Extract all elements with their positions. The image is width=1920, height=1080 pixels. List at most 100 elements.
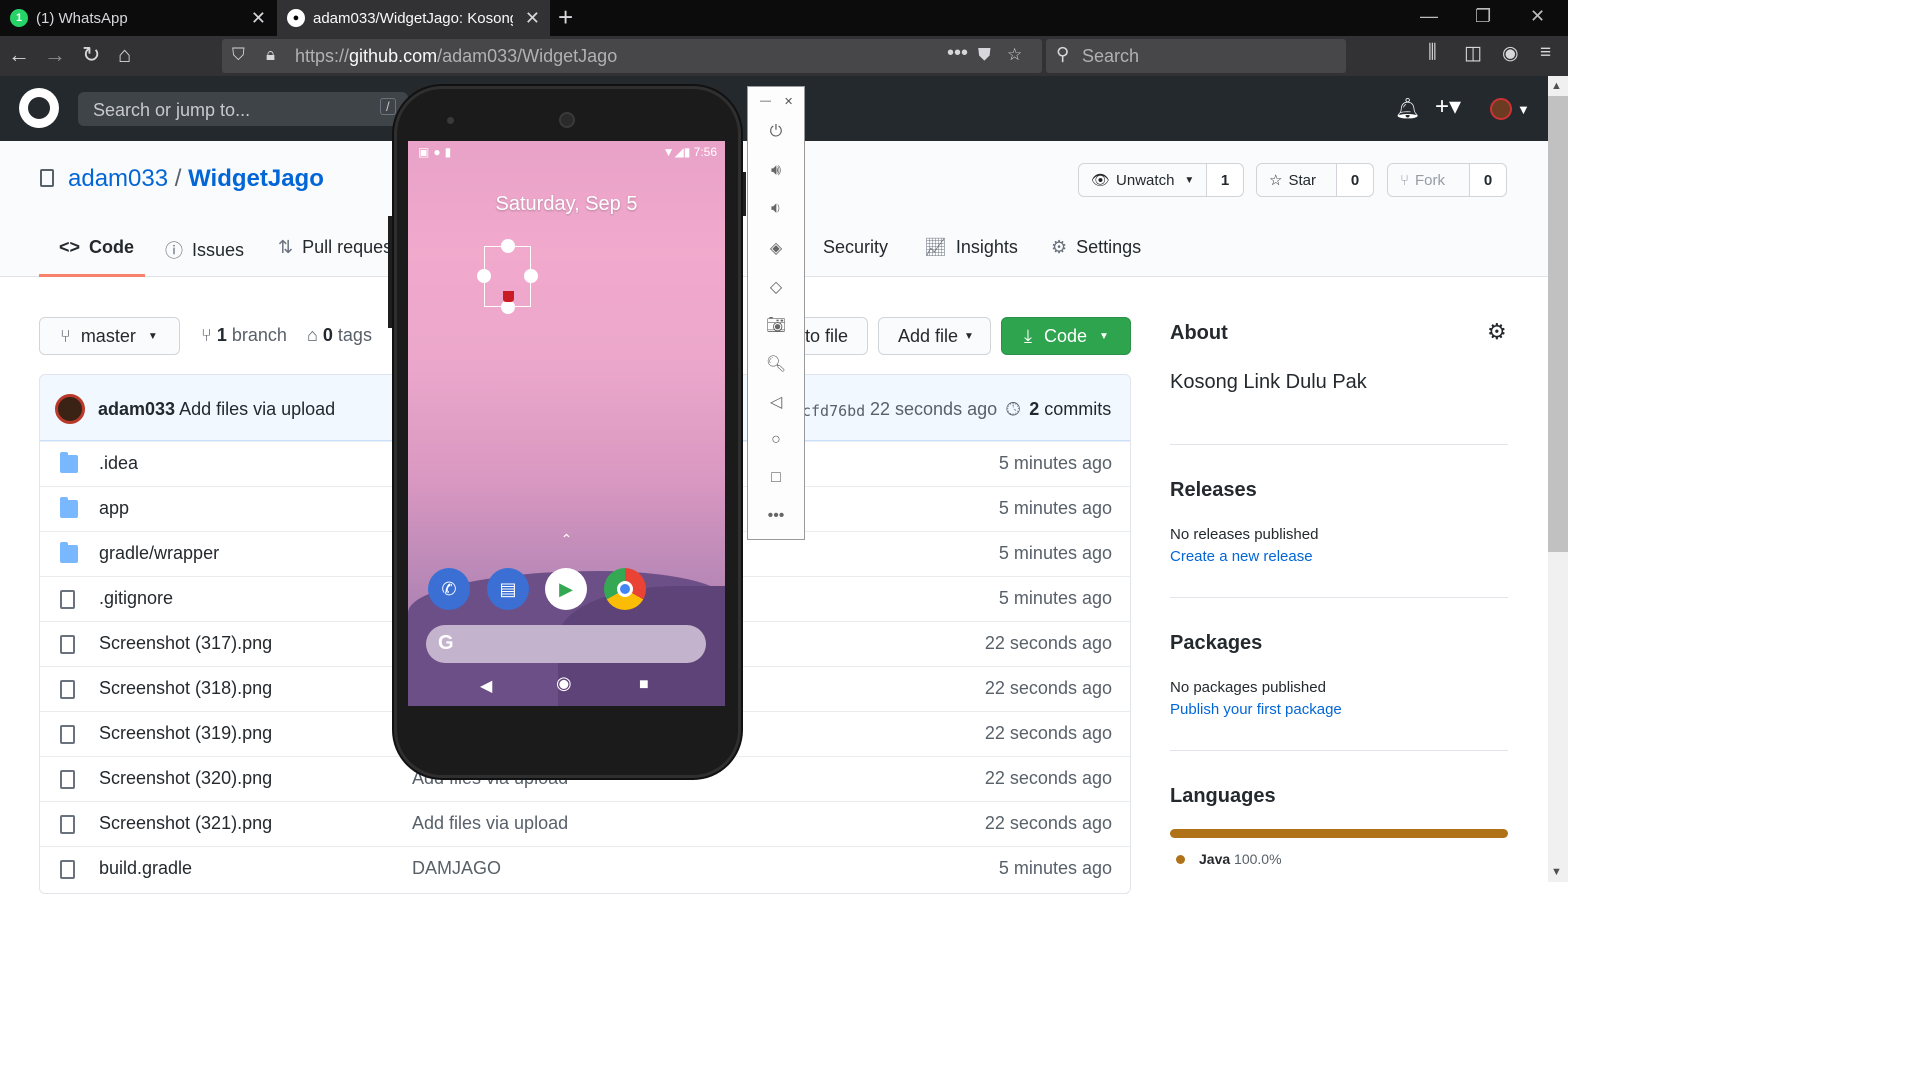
chevron-down-icon[interactable]: ▼ — [1517, 102, 1530, 117]
file-commit-message[interactable]: DAMJAGO — [412, 858, 501, 879]
play-store-icon[interactable]: ▶ — [545, 568, 587, 610]
lockscreen-date[interactable]: Saturday, Sep 5 — [408, 193, 725, 216]
forward-icon[interactable]: → — [44, 42, 66, 68]
star-count[interactable]: 0 — [1337, 164, 1373, 196]
tab-settings[interactable]: ⚙ Settings — [1051, 237, 1141, 258]
tab-security[interactable]: Security — [801, 237, 888, 258]
tab-code[interactable]: <> Code — [59, 237, 134, 258]
sidebar-icon[interactable]: ◫ — [1464, 42, 1482, 65]
camera-icon[interactable]: 📷︎ — [748, 315, 804, 335]
volume-down-icon[interactable]: 🔉︎ — [748, 200, 804, 218]
resize-handle[interactable] — [501, 239, 515, 253]
create-release-link[interactable]: Create a new release — [1170, 548, 1313, 565]
google-search-bar[interactable]: G — [426, 625, 706, 663]
rotate-left-icon[interactable]: ◈ — [748, 238, 804, 258]
github-search-input[interactable]: Search or jump to... / — [78, 92, 408, 126]
tags-link[interactable]: ⌂ 0 tags — [307, 325, 372, 346]
avatar[interactable] — [1490, 98, 1512, 120]
reload-icon[interactable]: ↻ — [82, 42, 100, 68]
overview-icon[interactable]: □ — [748, 469, 804, 487]
url-bar[interactable]: ⛉ 🔒︎ https://github.com/adam033/WidgetJa… — [222, 39, 1042, 73]
home-icon[interactable]: ○ — [748, 431, 804, 449]
resize-handle[interactable] — [477, 269, 491, 283]
url-text[interactable]: https://github.com/adam033/WidgetJago — [295, 46, 617, 67]
file-name-link[interactable]: Screenshot (319).png — [99, 723, 272, 744]
back-icon[interactable]: ← — [8, 42, 30, 68]
new-tab-icon[interactable]: + — [558, 2, 573, 33]
nav-back-icon[interactable]: ◀ — [480, 676, 492, 696]
close-icon[interactable]: ✕ — [251, 8, 266, 29]
file-name-link[interactable]: .idea — [99, 453, 138, 474]
rotate-right-icon[interactable]: ◇ — [748, 277, 804, 297]
minimize-icon[interactable]: — — [1420, 6, 1438, 27]
commits-link[interactable]: 🕓︎ 2 commits — [1006, 399, 1111, 420]
code-download-button[interactable]: ⤓ Code ▼ — [1001, 317, 1131, 355]
file-name-link[interactable]: gradle/wrapper — [99, 543, 219, 564]
nav-recents-icon[interactable]: ■ — [639, 676, 649, 694]
menu-icon[interactable]: ≡ — [1540, 42, 1551, 64]
shield-icon[interactable]: ⛉ — [232, 45, 245, 65]
phone-app-icon[interactable]: ✆ — [428, 568, 470, 610]
branch-select-button[interactable]: ⑂ master ▼ — [39, 317, 180, 355]
close-icon[interactable]: ✕ — [784, 95, 793, 108]
repo-name-link[interactable]: WidgetJago — [188, 165, 324, 192]
more-icon[interactable]: ••• — [748, 507, 804, 525]
fork-button[interactable]: ⑂ Fork — [1388, 164, 1470, 196]
zoom-icon[interactable]: 🔍︎ — [748, 354, 804, 374]
scrollbar-thumb[interactable] — [1548, 96, 1568, 552]
tab-github[interactable]: ● adam033/WidgetJago: Kosong ✕ — [277, 0, 550, 36]
scroll-up-icon[interactable]: ▲ — [1551, 80, 1562, 92]
pocket-icon[interactable]: ⛊ — [978, 45, 991, 65]
branches-link[interactable]: ⑂ 1 branch — [201, 325, 287, 346]
restore-icon[interactable]: ❐ — [1475, 6, 1491, 27]
scroll-down-icon[interactable]: ▼ — [1551, 866, 1562, 878]
minimize-icon[interactable]: — — [760, 95, 771, 107]
file-name-link[interactable]: app — [99, 498, 129, 519]
packages-heading[interactable]: Packages — [1170, 632, 1262, 655]
releases-heading[interactable]: Releases — [1170, 479, 1257, 502]
tab-insights[interactable]: 📈︎ Insights — [924, 237, 1018, 258]
tab-pull-requests[interactable]: ⇅ Pull reques — [278, 237, 392, 258]
page-actions-icon[interactable]: ••• — [947, 42, 968, 65]
commit-sha[interactable]: cfd76bd — [802, 402, 865, 420]
close-icon[interactable]: ✕ — [525, 8, 540, 29]
github-logo-icon[interactable] — [19, 88, 59, 128]
widget-icon[interactable] — [503, 291, 514, 302]
power-icon[interactable]: ⏻ — [748, 123, 804, 141]
nav-home-icon[interactable]: ◉ — [556, 673, 572, 694]
commit-text[interactable]: Add files via upload — [179, 399, 335, 419]
home-icon[interactable]: ⌂ — [118, 42, 131, 68]
language-entry[interactable]: Java 100.0% — [1199, 851, 1282, 867]
table-row[interactable]: build.gradle DAMJAGO 5 minutes ago — [40, 846, 1130, 891]
bell-icon[interactable]: 🔔︎ — [1395, 96, 1420, 121]
file-name-link[interactable]: Screenshot (321).png — [99, 813, 272, 834]
file-name-link[interactable]: build.gradle — [99, 858, 192, 879]
chrome-icon[interactable] — [604, 568, 646, 610]
volume-up-icon[interactable]: 🔊︎ — [748, 162, 804, 180]
fork-count[interactable]: 0 — [1470, 164, 1506, 196]
gear-icon[interactable]: ⚙ — [1487, 319, 1507, 345]
table-row[interactable]: Screenshot (321).png Add files via upload… — [40, 801, 1130, 846]
back-icon[interactable]: ◁ — [748, 392, 804, 412]
watch-button[interactable]: 👁︎ Unwatch ▼ — [1079, 164, 1207, 196]
file-commit-message[interactable]: Add files via upload — [412, 813, 568, 834]
file-name-link[interactable]: .gitignore — [99, 588, 173, 609]
resize-handle[interactable] — [524, 269, 538, 283]
publish-package-link[interactable]: Publish your first package — [1170, 701, 1342, 718]
messages-app-icon[interactable]: ▤ — [487, 568, 529, 610]
plus-dropdown-icon[interactable]: +▾ — [1435, 92, 1461, 121]
tab-issues[interactable]: ⓘ Issues — [165, 237, 244, 263]
emulator-screen[interactable]: ▣●▮ ▼◢▮ 7:56 Saturday, Sep 5 ⌃ ✆ ▤ ▶ G ◀… — [408, 141, 725, 706]
file-name-link[interactable]: Screenshot (320).png — [99, 768, 272, 789]
commit-message[interactable]: adam033 Add files via upload — [98, 399, 335, 420]
account-icon[interactable]: ◉ — [1502, 42, 1519, 65]
repo-owner-link[interactable]: adam033 — [68, 165, 168, 192]
window-close-icon[interactable]: ✕ — [1530, 6, 1545, 27]
browser-search-input[interactable]: ⚲ Search — [1046, 39, 1346, 73]
watch-count[interactable]: 1 — [1207, 164, 1243, 196]
lock-icon[interactable]: 🔒︎ — [266, 45, 275, 65]
file-name-link[interactable]: Screenshot (317).png — [99, 633, 272, 654]
file-name-link[interactable]: Screenshot (318).png — [99, 678, 272, 699]
bookmark-star-icon[interactable]: ☆ — [1007, 45, 1022, 65]
tab-whatsapp[interactable]: 1 (1) WhatsApp ✕ — [0, 0, 276, 36]
